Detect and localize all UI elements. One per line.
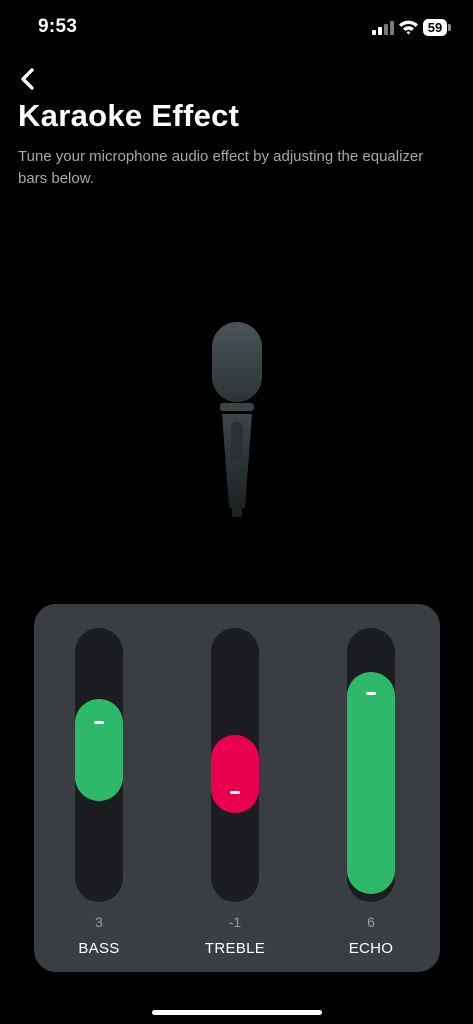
signal-icon <box>372 21 394 35</box>
echo-label: ECHO <box>348 940 394 957</box>
treble-value: -1 <box>228 914 242 930</box>
echo-slider-handle[interactable] <box>366 692 376 695</box>
bass-label: BASS <box>78 940 120 957</box>
page-title: Karaoke Effect <box>18 98 240 133</box>
bass-slider-handle[interactable] <box>94 721 104 724</box>
chevron-left-icon <box>21 68 34 90</box>
echo-value: 6 <box>367 914 375 930</box>
status-time: 9:53 <box>38 16 78 37</box>
bass-slider-track[interactable] <box>75 628 123 902</box>
equalizer-panel: 3 BASS -1 TREBLE 6 ECHO <box>34 604 440 972</box>
echo-slider: 6 ECHO <box>326 604 416 972</box>
echo-slider-fill[interactable] <box>347 672 395 894</box>
echo-slider-track[interactable] <box>347 628 395 902</box>
treble-slider-fill[interactable] <box>211 735 259 813</box>
bass-slider: 3 BASS <box>54 604 144 972</box>
battery-level: 59 <box>423 19 447 36</box>
bass-value: 3 <box>95 914 103 930</box>
status-bar: 9:53 59 <box>0 0 473 54</box>
back-button[interactable] <box>12 62 46 96</box>
treble-slider: -1 TREBLE <box>190 604 280 972</box>
treble-slider-handle[interactable] <box>230 791 240 794</box>
home-indicator[interactable] <box>152 1010 322 1015</box>
page-subtitle: Tune your microphone audio effect by adj… <box>18 148 424 187</box>
microphone-icon <box>212 322 262 517</box>
wifi-icon <box>399 20 418 35</box>
treble-slider-track[interactable] <box>211 628 259 902</box>
bass-slider-fill[interactable] <box>75 699 123 801</box>
battery-icon: 59 <box>423 19 451 36</box>
treble-label: TREBLE <box>204 940 266 957</box>
